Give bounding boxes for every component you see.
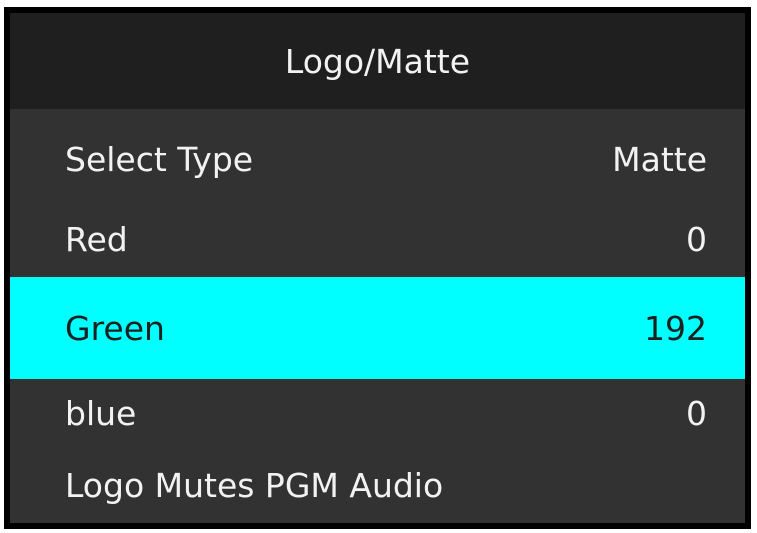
menu-item-label: Select Type: [65, 139, 254, 179]
menu-title: Logo/Matte: [284, 41, 471, 81]
menu-title-bar: Logo/Matte: [10, 13, 745, 109]
menu-item-logo-mutes-pgm-audio[interactable]: Logo Mutes PGM Audio: [10, 447, 745, 523]
menu-item-green[interactable]: Green 192: [10, 277, 745, 379]
menu-item-value: Matte: [612, 139, 707, 179]
menu-item-label: Logo Mutes PGM Audio: [65, 465, 444, 505]
menu-item-value: 192: [644, 308, 707, 348]
menu-item-value: 0: [686, 219, 707, 259]
menu-item-blue[interactable]: blue 0: [10, 379, 745, 447]
menu-item-value: 0: [686, 393, 707, 433]
logo-matte-menu: Logo/Matte Select Type Matte Red 0 Green…: [10, 13, 745, 523]
menu-frame: Logo/Matte Select Type Matte Red 0 Green…: [4, 7, 751, 529]
menu-item-label: blue: [65, 393, 137, 433]
menu-item-red[interactable]: Red 0: [10, 201, 745, 277]
menu-item-label: Green: [65, 308, 165, 348]
menu-item-label: Red: [65, 219, 128, 259]
menu-item-select-type[interactable]: Select Type Matte: [10, 117, 745, 201]
